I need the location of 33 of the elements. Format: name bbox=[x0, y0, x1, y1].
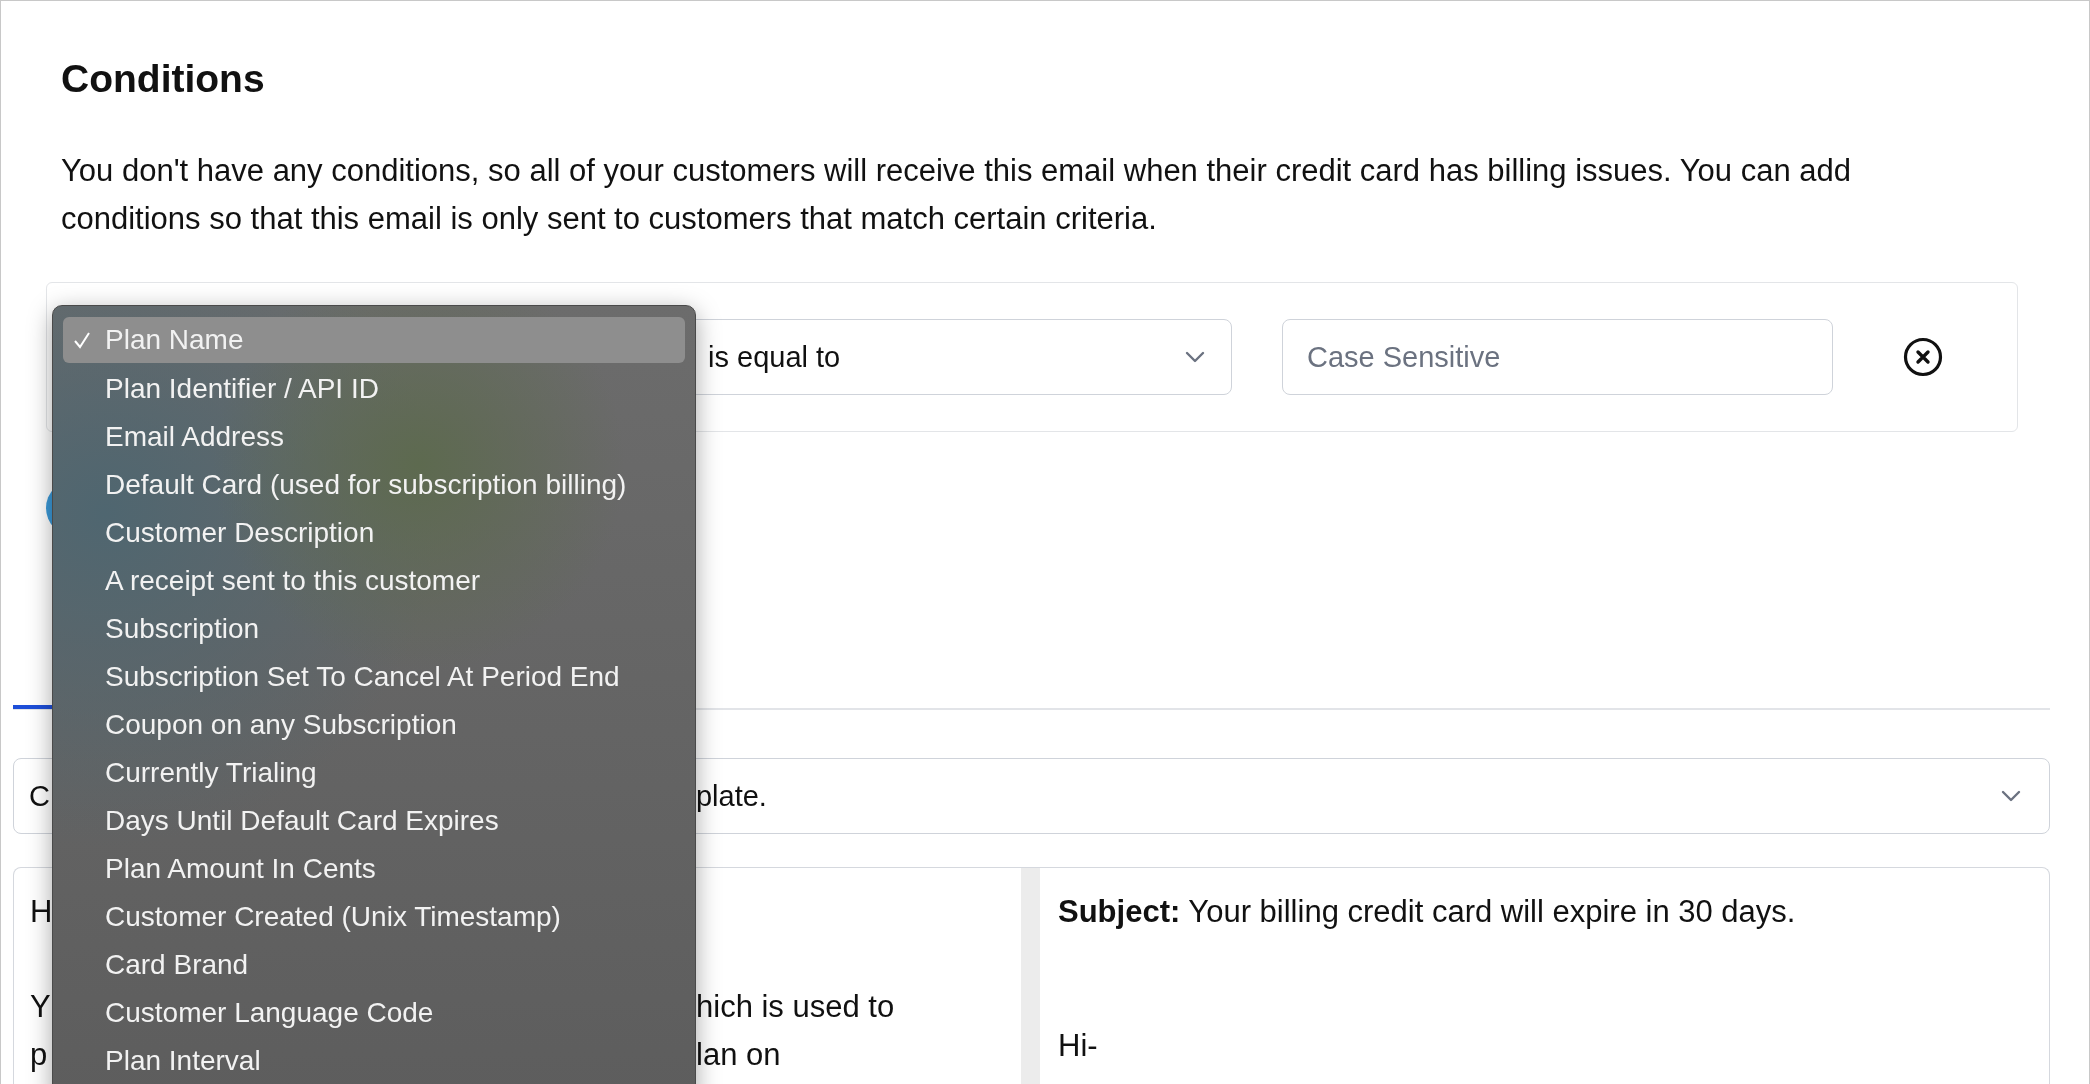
value-input-field[interactable]: Case Sensitive bbox=[1282, 319, 1833, 395]
description-text: You don't have any conditions, so all of your customers will receive this email when their credit card has billing issues. You can add conditions so that this email is only sent to customers that match certain criteria. bbox=[61, 152, 1852, 238]
menu-item[interactable]: Customer Description bbox=[63, 509, 685, 557]
operator-value: is equal to bbox=[708, 340, 841, 374]
checkmark-icon bbox=[73, 331, 91, 349]
email-subject: Subject: Your billing credit card will expire in 30 days. bbox=[1058, 893, 1797, 931]
preview-text: lan on bbox=[696, 1036, 781, 1074]
menu-item[interactable]: Default Card (used for subscription billing) bbox=[63, 461, 685, 509]
preview-text: Y bbox=[30, 988, 52, 1026]
menu-item[interactable]: Customer Language Code bbox=[63, 989, 685, 1037]
section-heading: Conditions bbox=[61, 56, 266, 102]
menu-item[interactable]: A receipt sent to this customer bbox=[63, 557, 685, 605]
menu-item[interactable]: Plan Interval bbox=[63, 1037, 685, 1084]
menu-item[interactable]: Customer Created (Unix Timestamp) bbox=[63, 893, 685, 941]
menu-item[interactable]: Card Brand bbox=[63, 941, 685, 989]
menu-item[interactable]: Subscription bbox=[63, 605, 685, 653]
menu-item[interactable]: Plan Amount In Cents bbox=[63, 845, 685, 893]
preview-text: hich is used to bbox=[696, 988, 895, 1026]
menu-item[interactable]: Email Address bbox=[63, 413, 685, 461]
chevron-down-icon bbox=[1185, 351, 1205, 363]
menu-item[interactable]: Currently Trialing bbox=[63, 749, 685, 797]
remove-circle-icon[interactable] bbox=[1903, 337, 1943, 377]
template-select-text: plate. bbox=[695, 779, 767, 813]
menu-item[interactable]: Plan Name bbox=[63, 317, 685, 363]
preview-text: p bbox=[30, 1036, 49, 1074]
menu-item[interactable]: Coupon on any Subscription bbox=[63, 701, 685, 749]
chevron-down-icon bbox=[2001, 790, 2021, 802]
preview-text: H bbox=[30, 893, 54, 931]
email-greeting: Hi- bbox=[1058, 1027, 1099, 1065]
menu-item[interactable]: Plan Identifier / API ID bbox=[63, 365, 685, 413]
template-select-text: C bbox=[29, 779, 50, 813]
menu-item[interactable]: Days Until Default Card Expires bbox=[63, 797, 685, 845]
menu-item[interactable]: Subscription Set To Cancel At Period End bbox=[63, 653, 685, 701]
